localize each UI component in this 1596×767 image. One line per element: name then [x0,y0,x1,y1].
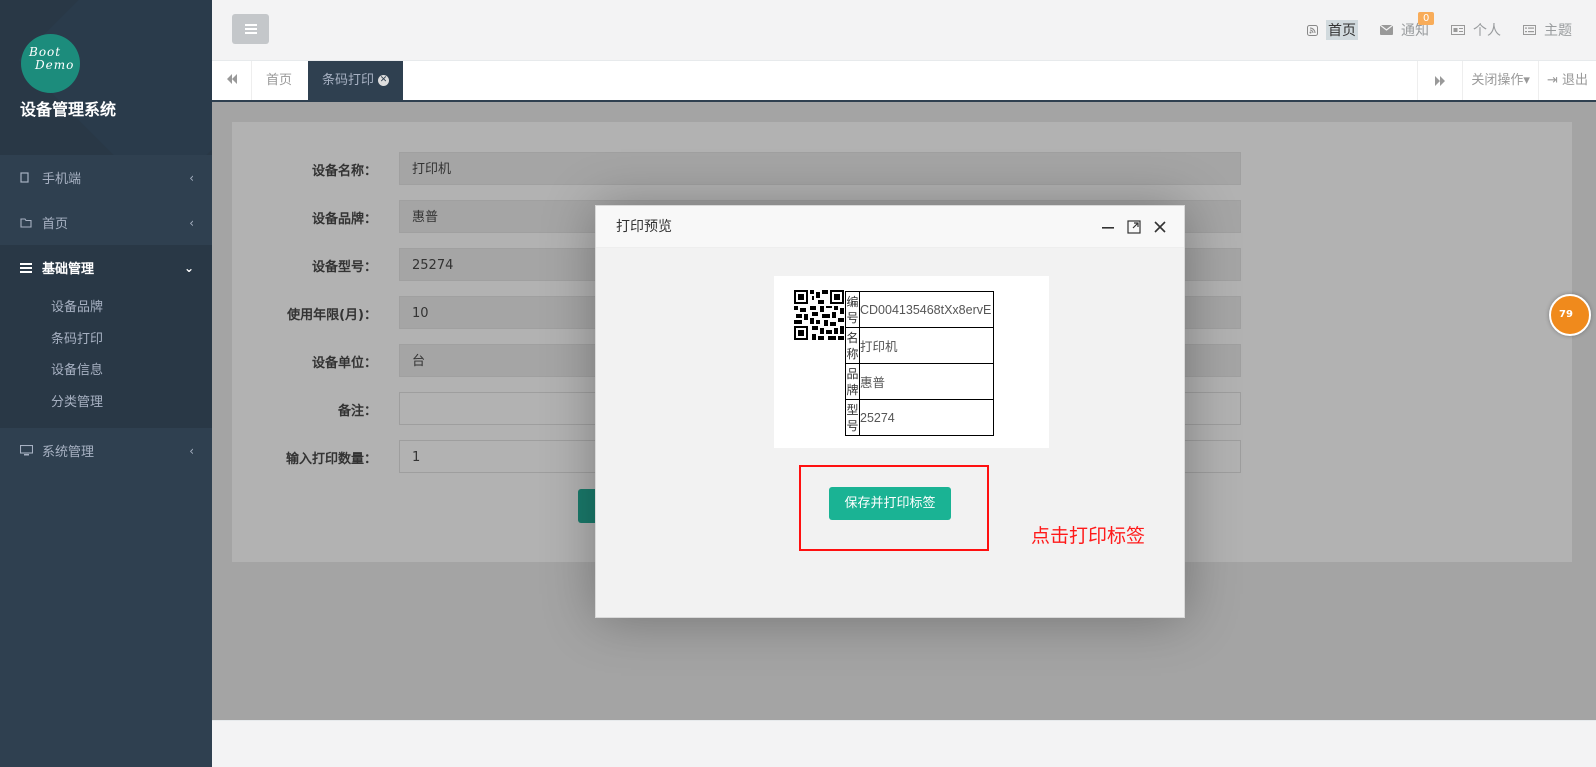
square-icon [20,172,34,183]
submenu-item-barcode-print[interactable]: 条码打印 [0,324,212,356]
minimize-icon[interactable] [1099,218,1116,235]
sidebar-item-label: 基础管理 [42,262,95,277]
field-label: 设备型号： [311,260,377,275]
field-label: 设备名称： [311,164,377,179]
chevron-down-icon: ⌄ [183,260,194,275]
label-row: 编号 CD004135468tXx8ervE [845,291,994,328]
top-link-theme[interactable]: 主题 [1523,20,1572,40]
field-label: 输入打印数量： [285,452,377,467]
sign-out-icon: ⇥ [1546,73,1562,88]
nav-header: Boot Demo 设备管理系统 [0,0,212,155]
submenu-item-brand[interactable]: 设备品牌 [0,292,212,324]
maximize-icon[interactable] [1125,218,1142,235]
footer [212,720,1596,767]
tabbar: 首页 条码打印 ✕ 关闭操作▾ ⇥ 退出 [212,61,1596,102]
notification-badge: 0 [1418,12,1435,25]
topbar: 首页 通知 0 个人 主题 [212,0,1596,61]
sidebar: Boot Demo 设备管理系统 手机端 ‹ 首页 ‹ 基础管理 ⌄ 设备品牌 … [0,0,212,767]
close-tab-icon[interactable]: ✕ [378,75,390,86]
close-ops-label: 关闭操作 [1471,73,1524,88]
floating-badge[interactable]: 79 [1549,294,1591,336]
tab-barcode-print[interactable]: 条码打印 ✕ [308,61,403,100]
sidebar-item-label: 首页 [42,217,69,232]
print-preview-dialog: 打印预览 编号 CD004135468tXx8ervE 名称 打印机 品牌 惠普 型号… [595,205,1185,618]
label-value: 惠普 [859,363,994,400]
close-icon[interactable] [1151,218,1168,235]
desktop-icon [20,445,34,456]
logo: Boot Demo [21,34,80,93]
tab-home[interactable]: 首页 [266,61,292,100]
tab-right-tools: 关闭操作▾ ⇥ 退出 [1417,61,1596,100]
label-value: 25274 [859,399,994,436]
label-value: 打印机 [859,327,994,364]
tab-scroll-right-button[interactable] [1417,61,1462,100]
label-key: 品牌 [845,363,860,400]
qr-code-icon [794,290,844,340]
folder-icon [20,217,34,228]
label-row: 型号 25274 [845,399,994,436]
device-name-input[interactable]: 打印机 [399,152,1241,185]
chevron-left-icon: ‹ [189,215,194,230]
submenu-item-category[interactable]: 分类管理 [0,387,212,419]
id-card-icon [1451,25,1465,35]
tab-scroll-left-button[interactable] [212,61,252,100]
top-link-label: 首页 [1326,20,1358,40]
label-row: 品牌 惠普 [845,363,994,400]
submenu-item-device-info[interactable]: 设备信息 [0,355,212,387]
rss-icon [1307,24,1318,36]
dialog-tools [1099,218,1168,235]
double-chevron-left-icon [226,73,238,88]
form-row-name: 设备名称： 打印机 [232,152,1572,185]
sidebar-item-system[interactable]: 系统管理 ‹ [0,428,212,473]
submenu: 设备品牌 条码打印 设备信息 分类管理 [0,290,212,428]
label-table: 编号 CD004135468tXx8ervE 名称 打印机 品牌 惠普 型号 25274 [845,291,994,436]
logout-button[interactable]: ⇥ 退出 [1537,61,1596,100]
label-row: 名称 打印机 [845,327,994,364]
chevron-left-icon: ‹ [189,170,194,185]
top-link-profile[interactable]: 个人 [1451,20,1501,40]
sidebar-item-basic-management[interactable]: 基础管理 ⌄ [0,245,212,290]
field-label: 设备单位： [311,356,377,371]
top-links: 首页 通知 0 个人 主题 [1285,12,1572,40]
sidebar-item-mobile[interactable]: 手机端 ‹ [0,155,212,200]
label-key: 编号 [845,291,860,328]
field-label: 备注： [337,404,377,419]
tab-label: 条码打印 [322,73,375,88]
envelope-icon [1380,25,1393,35]
double-chevron-right-icon [1435,75,1446,86]
annotation-hint: 点击打印标签 [1031,525,1146,547]
list-alt-icon [1523,25,1536,35]
label-preview: 编号 CD004135468tXx8ervE 名称 打印机 品牌 惠普 型号 25274 [774,276,1049,448]
logout-label: 退出 [1561,73,1588,88]
top-link-notifications[interactable]: 通知 0 [1380,12,1435,40]
top-link-home[interactable]: 首页 [1307,20,1358,40]
dialog-title: 打印预览 [616,219,672,235]
sidebar-item-label: 手机端 [42,172,82,187]
caret-down-icon: ▾ [1523,73,1530,88]
label-key: 型号 [845,399,860,436]
bars-icon [244,24,257,34]
label-key: 名称 [845,327,860,364]
top-link-label: 主题 [1544,23,1572,39]
app-name: 设备管理系统 [20,100,117,119]
sidebar-item-label: 系统管理 [42,445,95,460]
menu-toggle-button[interactable] [232,14,269,44]
sidebar-item-home[interactable]: 首页 ‹ [0,200,212,245]
field-label: 设备品牌： [311,212,377,227]
list-icon [20,262,34,273]
chevron-left-icon: ‹ [189,443,194,458]
label-value: CD004135468tXx8ervE [859,291,994,328]
dialog-header: 打印预览 [596,206,1184,248]
logo-text-2: Demo [35,58,75,72]
close-operations-dropdown[interactable]: 关闭操作▾ [1462,61,1538,100]
top-link-label: 个人 [1473,23,1501,39]
save-and-print-button[interactable]: 保存并打印标签 [829,487,951,520]
field-label: 使用年限(月)： [287,308,377,323]
